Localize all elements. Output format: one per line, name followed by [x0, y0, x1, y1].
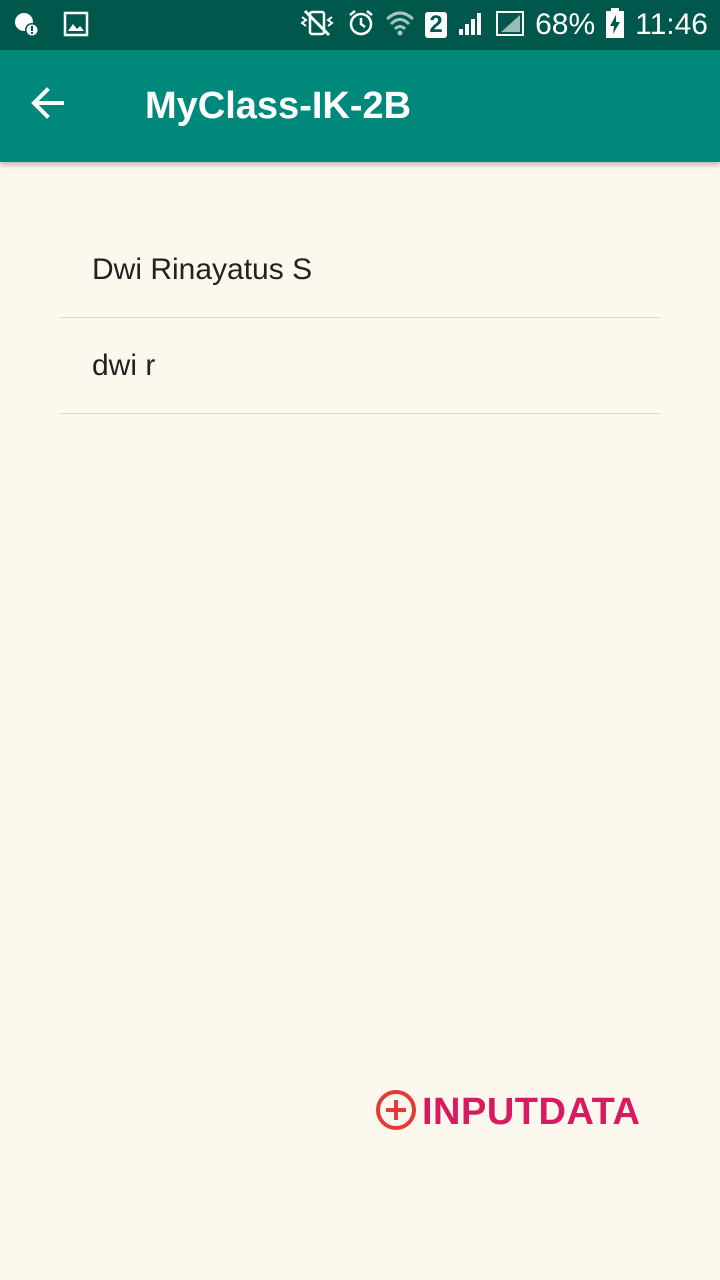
list-item-label: Dwi Rinayatus S: [92, 252, 313, 286]
sim2-icon: 2: [425, 10, 448, 40]
list-item[interactable]: dwi r: [60, 318, 660, 414]
input-data-label: INPUTDATA: [422, 1090, 641, 1133]
battery-percent: 68%: [535, 8, 596, 41]
system-icons: 2 68% 11:46: [297, 7, 708, 44]
notification-icons: [12, 10, 90, 43]
input-data-button[interactable]: INPUTDATA: [374, 1088, 641, 1137]
app-bar: MyClass-IK-2B: [0, 50, 720, 162]
battery-charging-icon: [605, 7, 625, 44]
list-item[interactable]: Dwi Rinayatus S: [60, 222, 660, 318]
vibrate-mute-icon: [297, 8, 337, 43]
clock: 11:46: [635, 8, 708, 41]
student-list: Dwi Rinayatus S dwi r: [60, 222, 660, 414]
location-alert-icon: [12, 10, 40, 43]
page-title: MyClass-IK-2B: [145, 85, 412, 127]
alarm-icon: [347, 8, 375, 43]
arrow-back-icon: [30, 85, 66, 126]
signal-icon: [457, 9, 485, 42]
list-item-label: dwi r: [92, 348, 156, 382]
status-bar: 2 68% 11:46: [0, 0, 720, 50]
signal-empty-icon: [495, 9, 525, 42]
sim-slot-number: 2: [429, 11, 443, 38]
add-circle-icon: [374, 1088, 418, 1137]
gallery-icon: [62, 10, 90, 43]
back-button[interactable]: [18, 75, 78, 135]
wifi-icon: [385, 8, 415, 43]
